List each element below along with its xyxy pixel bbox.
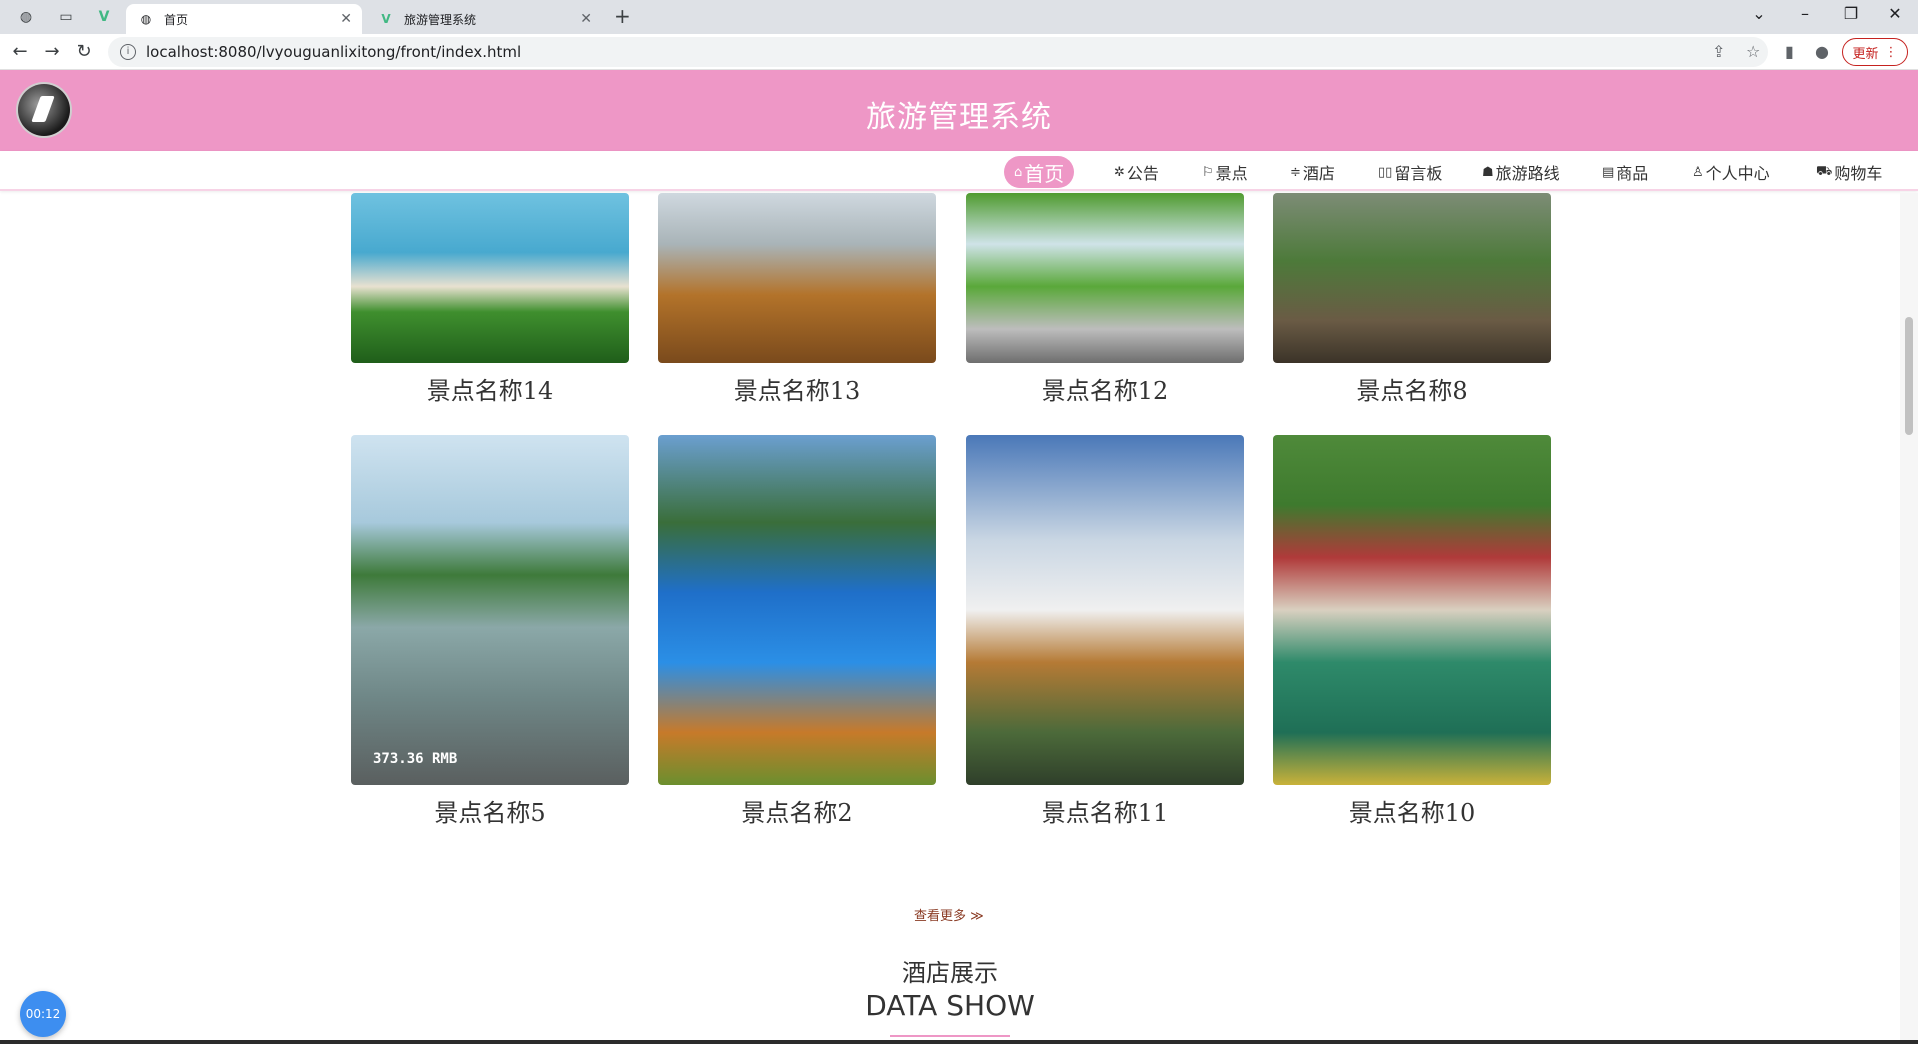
profile-icon[interactable]: ● [1815,42,1829,61]
goods-icon: ▤ [1602,164,1615,180]
side-panel-icon[interactable]: ▮ [1785,42,1794,61]
pinned-tab-vue-icon[interactable]: V [88,6,120,28]
vue-icon: V [381,12,391,26]
nav-label: 个人中心 [1705,164,1770,183]
page-content: 景点名称14 景点名称13 景点名称12 景点名称8 373.36 RMB 景点… [0,193,1900,1044]
nav-label: 公告 [1126,164,1159,183]
back-icon[interactable]: ← [8,40,32,64]
browser-tab-home[interactable]: ◍ 首页 ✕ [126,4,362,34]
view-more-link[interactable]: 查看更多 ≫ [914,905,984,924]
address-bar[interactable]: i localhost:8080/lvyouguanlixitong/front… [108,37,1768,67]
browser-tab-strip: ◍ ▭ V ◍ 首页 ✕ V 旅游管理系统 ✕ + ⌄ – ❐ ✕ [0,0,1918,34]
globe-icon: ◍ [140,12,152,26]
pinned-tab-blank-icon[interactable]: ▭ [50,6,82,28]
nav-announcement[interactable]: ✲ 公告 [1114,156,1159,188]
announcement-icon: ✲ [1114,164,1125,180]
attraction-name[interactable]: 景点名称11 [966,793,1244,828]
attraction-name[interactable]: 景点名称13 [658,371,936,406]
menu-dots-icon: ⋮ [1884,44,1898,60]
tab-title: 首页 [164,12,189,27]
browser-tab-system[interactable]: V 旅游管理系统 ✕ [366,4,602,34]
nav-attractions[interactable]: ⚐ 景点 [1202,156,1248,188]
attraction-name[interactable]: 景点名称2 [658,793,936,828]
attraction-image[interactable] [658,193,936,363]
user-icon: ♙ [1692,164,1704,180]
nav-user-center[interactable]: ♙ 个人中心 [1692,156,1770,188]
update-button[interactable]: 更新 ⋮ [1842,38,1908,66]
nav-cart[interactable]: ⛟ 购物车 [1816,156,1882,188]
route-icon: ☗ [1482,164,1494,180]
section-title: 酒店展示 [902,959,998,987]
sliders-icon: ≑ [1290,164,1301,180]
attraction-image[interactable] [966,435,1244,785]
nav-label: 购物车 [1834,164,1883,183]
nav-label: 商品 [1616,164,1649,183]
attraction-image[interactable] [966,193,1244,363]
tab-search-icon[interactable]: ⌄ [1736,4,1782,23]
share-icon[interactable]: ⇪ [1712,42,1725,61]
attraction-image[interactable]: 373.36 RMB [351,435,629,785]
pinned-tab-globe-icon[interactable]: ◍ [10,6,42,28]
section-subtitle: DATA SHOW [865,989,1035,1022]
tab-title: 旅游管理系统 [404,12,477,27]
site-nav: ⌂ 首页 ✲ 公告 ⚐ 景点 ≑ 酒店 ▯▯ 留言板 ☗ 旅游路线 ▤ 商品 ♙ 个人中心 ⛟ 购… [0,151,1918,191]
attraction-name[interactable]: 景点名称5 [351,793,629,828]
nav-label: 景点 [1215,164,1248,183]
attraction-name[interactable]: 景点名称10 [1273,793,1551,828]
scrollbar-thumb[interactable] [1905,317,1913,435]
attraction-name[interactable]: 景点名称8 [1273,371,1551,406]
nav-hotels[interactable]: ≑ 酒店 [1290,156,1335,188]
flag-icon: ⚐ [1202,164,1214,180]
home-icon: ⌂ [1014,164,1023,180]
close-window-button[interactable]: ✕ [1872,4,1918,23]
nav-home[interactable]: ⌂ 首页 [1004,156,1075,188]
nav-routes[interactable]: ☗ 旅游路线 [1482,156,1560,188]
nav-message-board[interactable]: ▯▯ 留言板 [1378,156,1442,188]
attraction-image[interactable] [658,435,936,785]
nav-goods[interactable]: ▤ 商品 [1602,156,1648,188]
nav-label: 酒店 [1302,164,1335,183]
site-header: 旅游管理系统 [0,70,1918,151]
recording-timer[interactable]: 00:12 [20,991,66,1037]
restore-button[interactable]: ❐ [1828,4,1874,23]
site-title: 旅游管理系统 [866,100,1052,135]
bottom-edge [0,1040,1918,1044]
section-divider [890,1035,1010,1037]
update-label: 更新 [1852,46,1879,62]
nav-label: 留言板 [1394,164,1443,183]
browser-toolbar: ← → ↻ i localhost:8080/lvyouguanlixitong… [0,34,1918,70]
attraction-name[interactable]: 景点名称14 [351,371,629,406]
attraction-image[interactable] [1273,435,1551,785]
new-tab-button[interactable]: + [614,4,631,28]
nav-label: 旅游路线 [1495,164,1560,183]
page-scrollbar[interactable] [1900,193,1918,1044]
nav-label: 首页 [1024,161,1065,186]
minimize-button[interactable]: – [1782,4,1828,23]
site-info-icon[interactable]: i [120,44,136,60]
attraction-image[interactable] [1273,193,1551,363]
attraction-image[interactable] [351,193,629,363]
message-icon: ▯▯ [1378,164,1393,180]
url-text: localhost:8080/lvyouguanlixitong/front/i… [146,43,522,61]
close-icon[interactable]: ✕ [580,11,592,27]
forward-icon[interactable]: → [40,40,64,64]
reload-icon[interactable]: ↻ [72,40,96,64]
close-icon[interactable]: ✕ [340,11,352,27]
price-overlay: 373.36 RMB [373,751,458,767]
cart-icon: ⛟ [1816,163,1833,179]
attraction-name[interactable]: 景点名称12 [966,371,1244,406]
bookmark-star-icon[interactable]: ☆ [1746,42,1760,61]
